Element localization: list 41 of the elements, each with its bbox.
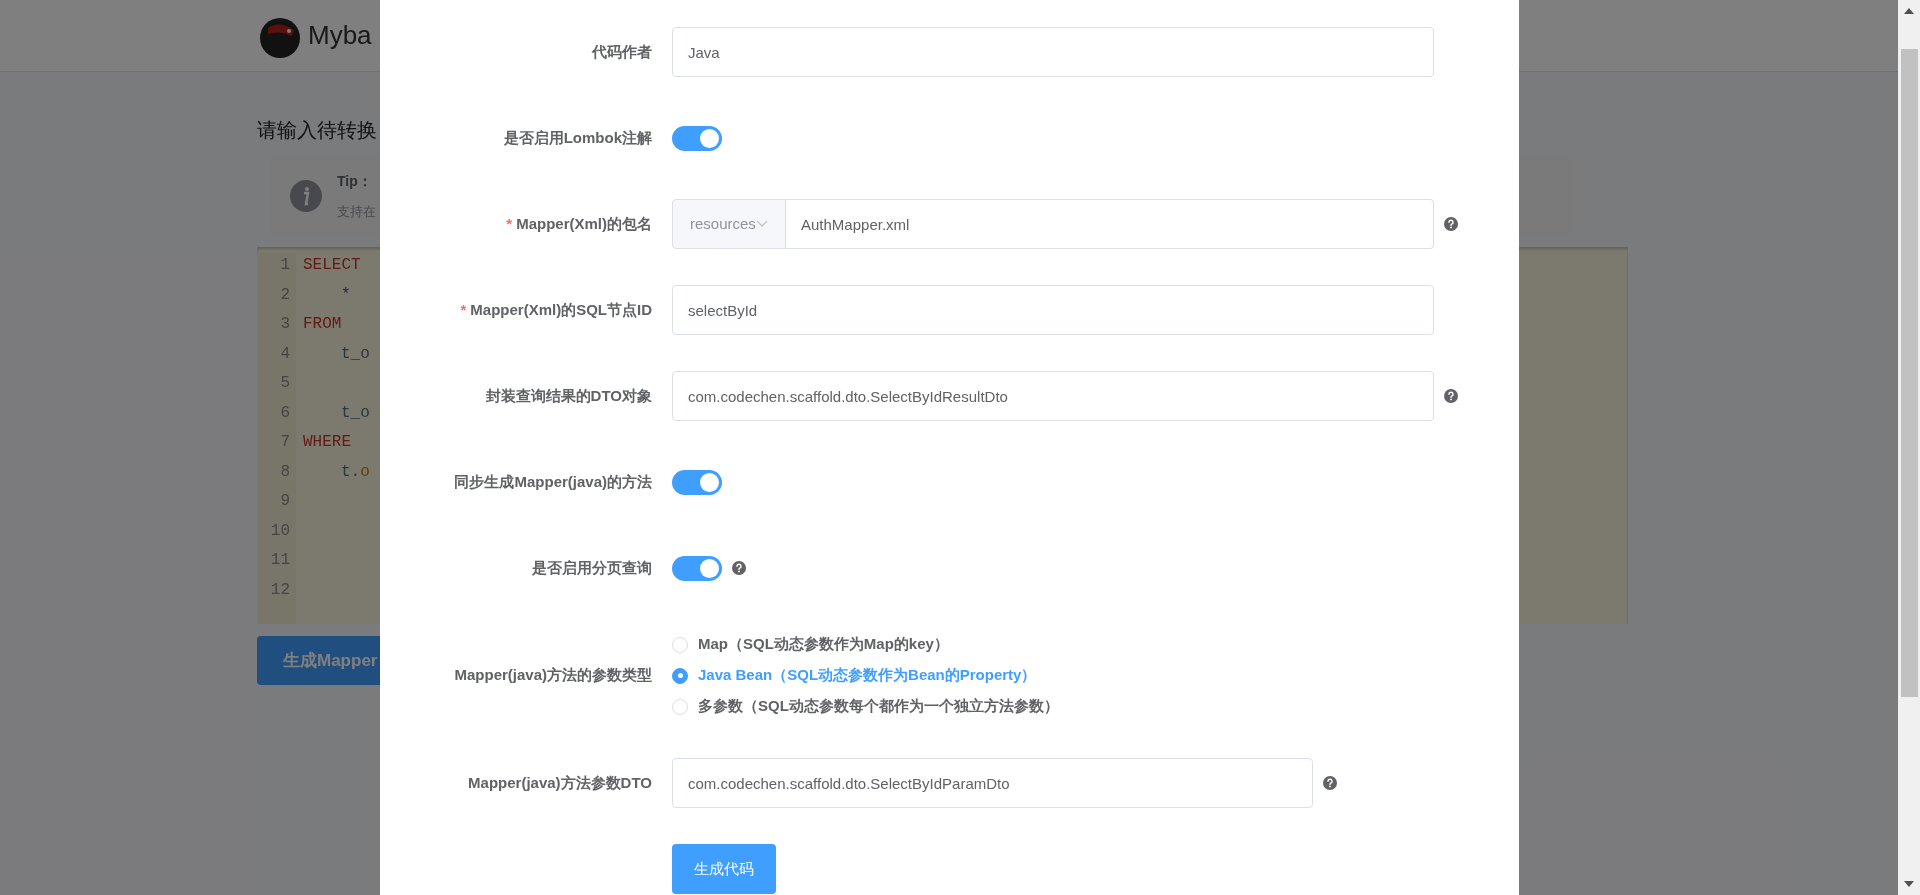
- field-label: 封装查询结果的DTO对象: [485, 385, 652, 406]
- scroll-down-icon[interactable]: [1904, 881, 1914, 887]
- help-icon[interactable]: [732, 561, 746, 575]
- info-icon: [290, 180, 322, 212]
- code-token: t_o: [341, 343, 370, 365]
- radio-option[interactable]: Map（SQL动态参数作为Map的key）: [672, 629, 1059, 660]
- field-label: 代码作者: [592, 41, 652, 62]
- field-label: Mapper(java)方法参数DTO: [468, 772, 652, 793]
- help-icon[interactable]: [1444, 217, 1458, 231]
- code-token: WHERE: [303, 432, 351, 453]
- field-label: Mapper(java)方法的参数类型: [454, 665, 652, 686]
- code-token: t_o: [341, 402, 370, 424]
- text-field[interactable]: com.codechen.scaffold.dto.SelectByIdResultDto: [672, 371, 1434, 421]
- field-label: 是否启用分页查询: [532, 557, 652, 578]
- toggle-switch[interactable]: [672, 555, 722, 581]
- scroll-up-icon[interactable]: [1904, 8, 1914, 14]
- text-field[interactable]: AuthMapper.xml: [786, 199, 1434, 249]
- text-field[interactable]: Java: [672, 27, 1434, 77]
- toggle-switch[interactable]: [672, 125, 722, 151]
- field-label: 同步生成Mapper(java)的方法: [454, 471, 652, 492]
- text-field[interactable]: com.codechen.scaffold.dto.SelectByIdParamDto: [672, 758, 1313, 808]
- code-token: o: [360, 461, 370, 483]
- code-token: t.: [341, 461, 361, 483]
- scrollbar-thumb[interactable]: [1900, 48, 1918, 697]
- code-token: SELECT: [303, 255, 361, 276]
- chevron-down-icon: [756, 220, 768, 228]
- field-label: * Mapper(Xml)的SQL节点ID: [460, 299, 652, 320]
- radio-option[interactable]: 多参数（SQL动态参数每个都作为一个独立方法参数）: [672, 691, 1059, 722]
- field-label: * Mapper(Xml)的包名: [506, 213, 652, 234]
- help-icon[interactable]: [1444, 389, 1458, 403]
- help-icon[interactable]: [1323, 776, 1337, 790]
- site-title: Myba: [308, 19, 372, 52]
- toggle-switch[interactable]: [672, 469, 722, 495]
- scrollbar[interactable]: [1898, 0, 1920, 895]
- field-label: 是否启用Lombok注解: [503, 127, 652, 148]
- tip-title: Tip：: [337, 171, 373, 191]
- code-token: *: [341, 284, 351, 306]
- text-field[interactable]: selectById: [672, 285, 1434, 335]
- radio-button[interactable]: [672, 667, 688, 684]
- code-token: FROM: [303, 314, 342, 335]
- section-heading: 请输入待转换: [257, 118, 377, 143]
